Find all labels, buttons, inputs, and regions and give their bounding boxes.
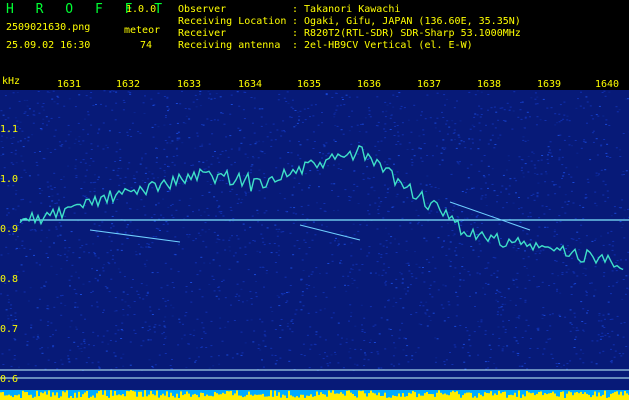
x-tick: 1638	[476, 79, 502, 90]
spectrogram-plot	[0, 90, 629, 400]
app-version: 1.0.0	[126, 4, 157, 15]
x-tick: 1639	[536, 79, 562, 90]
x-tick: 1631	[56, 79, 82, 90]
meteor-label: meteor	[124, 25, 161, 36]
location-label: Receiving Location	[178, 16, 287, 27]
x-tick: 1635	[296, 79, 322, 90]
file-datetime: 25.09.02 16:30	[6, 40, 91, 51]
intensity-bars	[0, 390, 629, 400]
y-tick: 0.7	[0, 324, 19, 335]
location-value: : Ogaki, Gifu, JAPAN (136.60E, 35.35N)	[292, 16, 521, 27]
y-tick: 0.8	[0, 274, 19, 285]
antenna-value: : 2el-HB9CV Vertical (el. E-W)	[292, 40, 473, 51]
y-tick: 1.1	[0, 124, 19, 135]
x-tick: 1633	[176, 79, 202, 90]
receiver-label: Receiver	[178, 28, 227, 39]
meteor-count: 74	[140, 40, 153, 51]
y-tick: 0.6	[0, 374, 19, 385]
observer-value: : Takanori Kawachi	[292, 4, 401, 15]
x-tick: 1636	[356, 79, 382, 90]
file-name: 2509021630.png	[6, 22, 91, 33]
x-tick: 1640	[594, 79, 620, 90]
header-panel: H R O F F T 1.0.0 2509021630.png 25.09.0…	[0, 0, 629, 76]
y-tick: 0.9	[0, 224, 19, 235]
observer-label: Observer	[178, 4, 227, 15]
x-tick: 1632	[115, 79, 141, 90]
receiver-value: : R820T2(RTL-SDR) SDR-Sharp 53.1000MHz	[292, 28, 521, 39]
y-tick: 1.0	[0, 174, 19, 185]
antenna-label: Receiving antenna	[178, 40, 281, 51]
x-tick: 1637	[416, 79, 442, 90]
x-tick: 1634	[237, 79, 263, 90]
